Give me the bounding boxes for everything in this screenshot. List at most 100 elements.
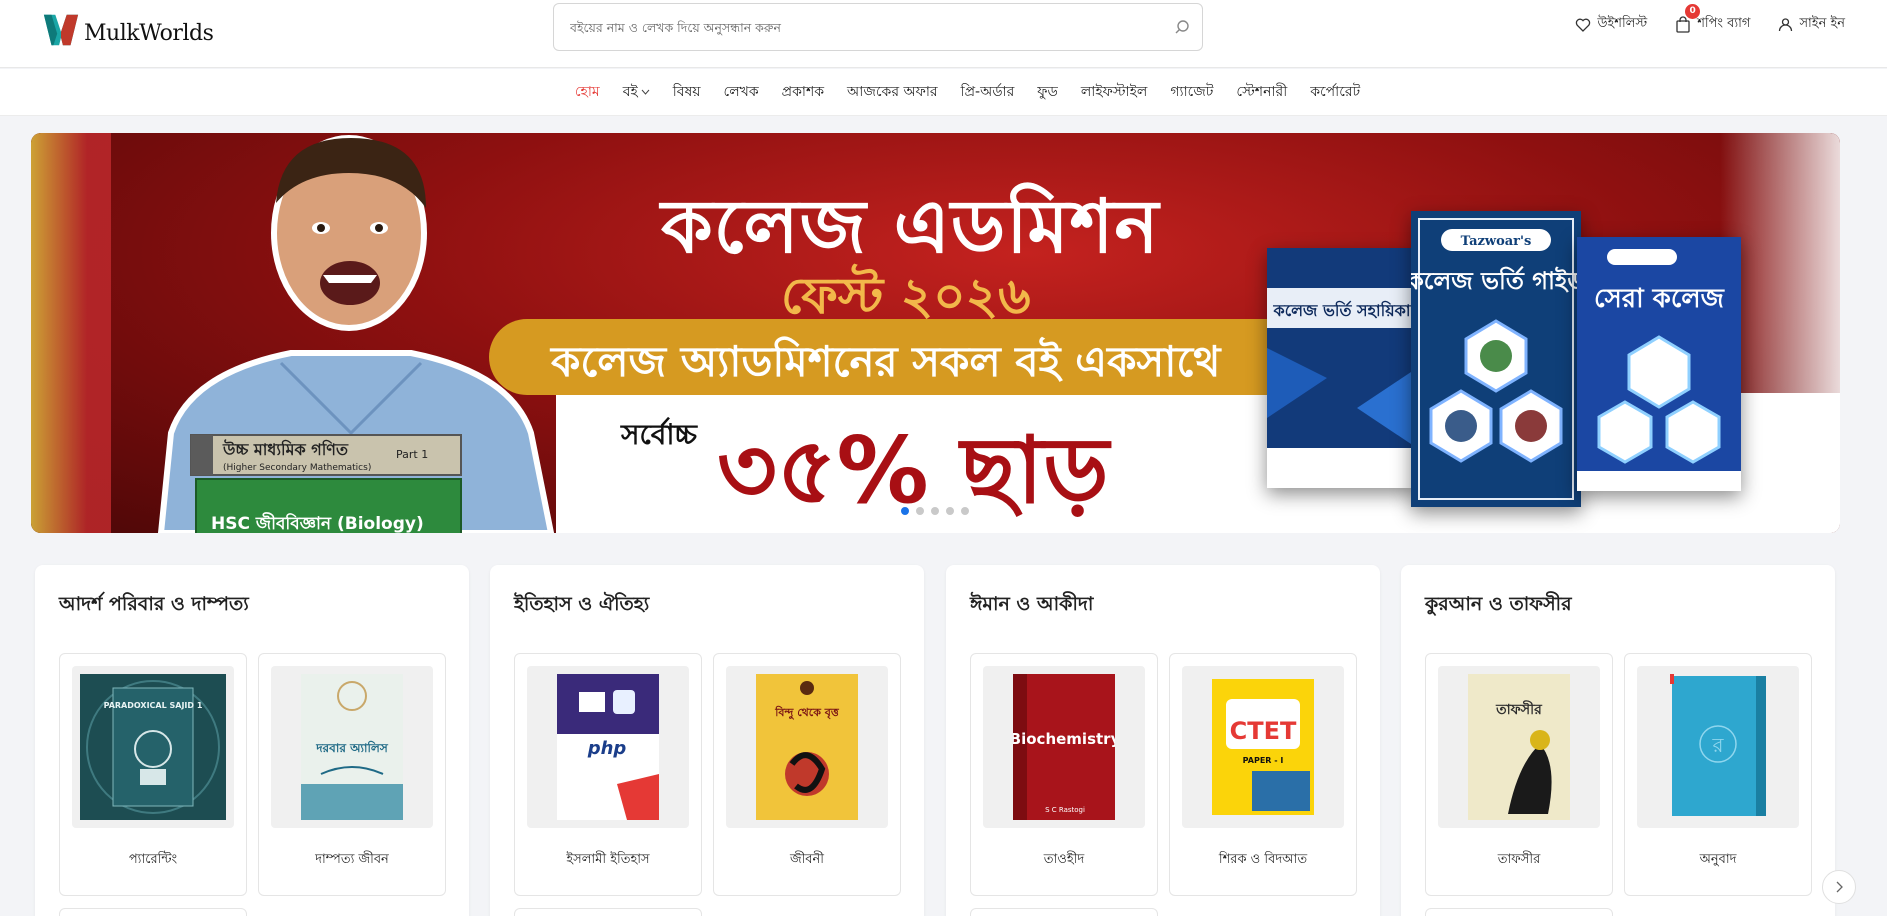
search-icon[interactable] [1162,7,1202,47]
svg-text:php: php [587,738,627,759]
svg-text:Tazwoar's: Tazwoar's [1461,234,1532,249]
book-cover-image: তাফসীর [1438,666,1600,828]
user-icon [1779,18,1793,32]
chevron-down-icon [641,89,650,95]
book-cover-image: CTET PAPER - I [1182,666,1344,828]
book-cover-image: বিন্দু থেকে বৃত্ত [726,666,888,828]
category-tile-marriage[interactable]: দরবার অ্যালিস দাম্পত্য জীবন [258,653,446,896]
nav-item-corporate[interactable]: কর্পোরেট [1310,80,1360,104]
category-title: ঈমান ও আকীদা [970,593,1094,615]
banner-book1-title: উচ্চ মাধ্যমিক গণিত [222,439,349,459]
category-tile-partial [59,908,247,916]
banner-dot-4[interactable] [946,507,954,515]
nav-item-gadget[interactable]: গ্যাজেট [1170,80,1213,104]
category-tile-label: ইসলামী ইতিহাস [566,852,650,867]
cover-sera-college: সেরা কলেজ [1577,237,1741,491]
top-header: MulkWorlds উইশলিস্ট 0 শপিং ব্যাগ সাইন ইন [0,0,1887,68]
svg-text:দরবার অ্যালিস: দরবার অ্যালিস [315,740,389,755]
book-cover-image: দরবার অ্যালিস [271,666,433,828]
nav-item-todays-offer[interactable]: আজকের অফার [847,80,938,104]
carousel-next-button[interactable] [1822,870,1856,904]
category-tile-partial [514,908,702,916]
logo-text: MulkWorlds [84,20,214,46]
cart-button[interactable]: 0 শপিং ব্যাগ [1675,4,1751,35]
category-tile-islamic-history[interactable]: php ইসলামী ইতিহাস [514,653,702,896]
search-bar [553,3,1203,51]
category-tile-label: শিরক ও বিদআত [1218,852,1308,867]
banner-dot-5[interactable] [961,507,969,515]
book-cover-image: Biochemistry S C Rastogi [983,666,1145,828]
category-tile-shirk[interactable]: CTET PAPER - I শিরক ও বিদআত [1169,653,1357,896]
banner-book1-sub: (Higher Secondary Mathematics) [223,463,371,473]
category-card-iman: ঈমান ও আকীদা Biochemistry S C Rastogi তা… [946,565,1380,916]
category-card-family: আদর্শ পরিবার ও দাম্পত্য PARADOXICAL SAJI… [35,565,469,916]
category-tile-label: তাওহীদ [1043,852,1085,867]
category-tile-label: তাফসীর [1497,852,1541,867]
banner-upto-label: সর্বোচ্চ [621,418,697,451]
hero-banner[interactable]: উচ্চ মাধ্যমিক গণিত (Higher Secondary Mat… [31,133,1840,533]
svg-text:CTET: CTET [1230,717,1297,745]
cart-label: শপিং ব্যাগ [1697,16,1751,31]
heart-icon [1576,18,1591,32]
wishlist-label: উইশলিস্ট [1597,16,1648,31]
category-tile-biography[interactable]: বিন্দু থেকে বৃত্ত জীবনী [713,653,901,896]
search-input[interactable] [554,4,1162,50]
svg-text:Biochemistry: Biochemistry [1013,730,1115,748]
nav-item-lifestyle[interactable]: লাইফস্টাইল [1081,80,1148,104]
nav-item-food[interactable]: ফুড [1037,80,1058,104]
wishlist-button[interactable]: উইশলিস্ট [1575,14,1647,35]
banner-pagination [901,507,969,515]
svg-text:PARADOXICAL SAJID 1: PARADOXICAL SAJID 1 [104,701,203,710]
category-tile-label: অনুবাদ [1699,852,1737,867]
svg-text:সেরা কলেজ: সেরা কলেজ [1594,284,1726,314]
book-cover-image: php [527,666,689,828]
category-tile-translation[interactable]: র অনুবাদ [1624,653,1812,896]
category-tile-partial [970,908,1158,916]
banner-dot-3[interactable] [931,507,939,515]
category-tile-partial [1425,908,1613,916]
category-tile-tafsir[interactable]: তাফসীর তাফসীর [1425,653,1613,896]
main-nav: হোম বই বিষয় লেখক প্রকাশক আজকের অফার প্র… [0,69,1887,116]
nav-item-stationery[interactable]: স্টেশনারী [1236,80,1287,104]
svg-text:কলেজ ভর্তি গাইড: কলেজ ভর্তি গাইড [1411,265,1581,295]
nav-item-publishers[interactable]: প্রকাশক [782,80,824,104]
nav-item-pre-order[interactable]: প্রি-অর্ডার [961,80,1015,104]
category-tile-label: জীবনী [789,852,825,867]
nav-item-home[interactable]: হোম [575,80,600,104]
nav-item-subjects[interactable]: বিষয় [673,80,701,104]
chevron-right-icon [1836,881,1843,893]
banner-book1-part: Part 1 [396,448,428,461]
svg-text:বিন্দু থেকে বৃত্ত: বিন্দু থেকে বৃত্ত [774,705,840,720]
logo-mark-icon [43,14,79,46]
banner-stripe [31,133,111,533]
category-tile-parenting[interactable]: PARADOXICAL SAJID 1 প্যারেন্টিং [59,653,247,896]
site-logo[interactable]: MulkWorlds [42,8,214,52]
svg-text:র: র [1711,733,1724,757]
category-tile-tawhid[interactable]: Biochemistry S C Rastogi তাওহীদ [970,653,1158,896]
category-tile-label: প্যারেন্টিং [128,852,178,867]
banner-dot-2[interactable] [916,507,924,515]
nav-item-authors[interactable]: লেখক [724,80,759,104]
svg-text:কলেজ ভর্তি সহায়িকা: কলেজ ভর্তি সহায়িকা [1273,300,1412,320]
category-tile-label: দাম্পত্য জীবন [315,852,389,867]
header-actions: উইশলিস্ট 0 শপিং ব্যাগ সাইন ইন [1575,4,1845,35]
nav-item-books-label: বই [622,84,638,100]
svg-text:তাফসীর: তাফসীর [1495,700,1543,718]
book-cover-image: PARADOXICAL SAJID 1 [72,666,234,828]
category-title: ইতিহাস ও ঐতিহ্য [514,593,650,615]
category-title: কুরআন ও তাফসীর [1425,593,1572,615]
cover-college-sohayika: কলেজ ভর্তি সহায়িকা [1267,248,1417,488]
category-card-quran: কুরআন ও তাফসীর তাফসীর তাফসীর র অনুবাদ [1401,565,1835,916]
svg-text:PAPER - I: PAPER - I [1243,756,1284,765]
banner-book2-title: HSC জীববিজ্ঞান (Biology) [211,512,424,533]
cover-college-vorti-guide: Tazwoar's কলেজ ভর্তি গাইড [1411,211,1581,507]
banner-dot-1[interactable] [901,507,909,515]
shopping-bag-icon [1676,16,1690,33]
category-card-history: ইতিহাস ও ঐতিহ্য php ইসলামী ইতিহাস বিন্দু… [490,565,924,916]
book-cover-image: র [1637,666,1799,828]
banner-ribbon-text: কলেজ অ্যাডমিশনের সকল বই একসাথে [551,337,1221,386]
signin-button[interactable]: সাইন ইন [1778,14,1845,35]
svg-text:S C Rastogi: S C Rastogi [1045,806,1085,814]
signin-label: সাইন ইন [1799,16,1845,31]
nav-item-books[interactable]: বই [623,80,650,104]
